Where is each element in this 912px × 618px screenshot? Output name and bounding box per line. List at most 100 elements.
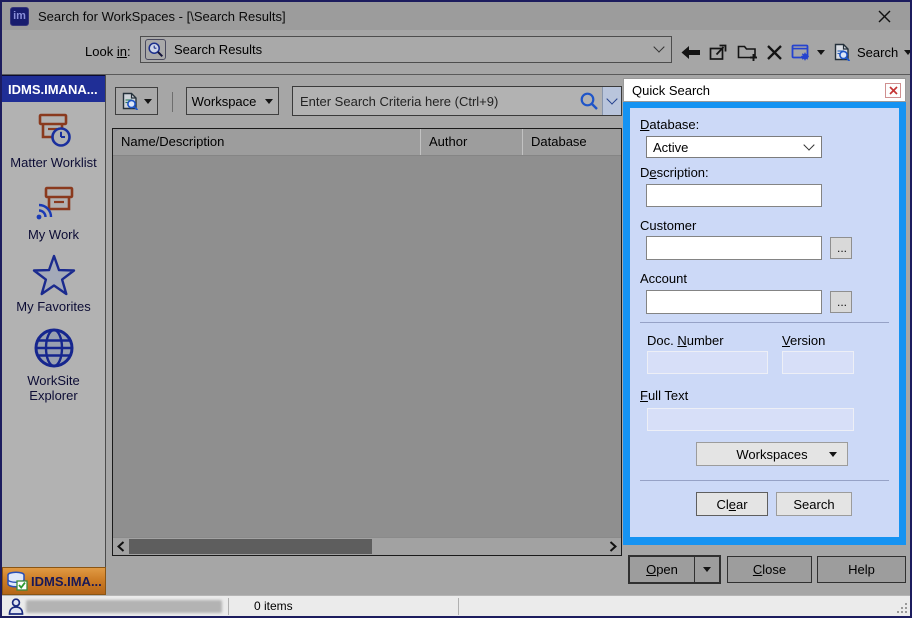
open-button-label: Open <box>646 562 678 577</box>
close-button-label: Close <box>753 562 786 577</box>
search-criteria-box <box>292 86 622 116</box>
quick-search-search-button[interactable]: Search <box>776 492 852 516</box>
workspace-scope-dropdown-icon <box>265 99 273 104</box>
database-value: Active <box>653 140 688 155</box>
search-criteria-input[interactable] <box>293 94 579 109</box>
search-for-workspaces-window: im Search for WorkSpaces - [\Search Resu… <box>0 0 912 618</box>
search-button-label: Search <box>793 497 834 512</box>
description-label: Description: <box>640 165 709 180</box>
account-input[interactable] <box>646 290 822 314</box>
open-dropdown-button[interactable] <box>694 557 719 582</box>
results-list-header: Name/Description Author Database <box>113 129 621 156</box>
status-bar: 0 items <box>2 595 910 616</box>
delete-button[interactable] <box>766 44 783 61</box>
look-in-value: Search Results <box>174 42 262 57</box>
sidebar-item-matter-worklist[interactable]: Matter Worklist <box>2 109 105 170</box>
clear-button-label: Clear <box>716 497 747 512</box>
form-separator <box>640 480 889 481</box>
favorites-star-icon <box>31 253 77 297</box>
search-icon[interactable] <box>579 91 599 111</box>
shortcut-sidebar: IDMS.IMANA... Matter Worklist <box>2 75 106 567</box>
doc-number-input <box>647 351 768 374</box>
account-browse-button[interactable]: ... <box>830 291 852 313</box>
server-tab[interactable]: IDMS.IMA... <box>2 567 106 595</box>
sidebar-item-label: Matter Worklist <box>8 155 98 170</box>
search-document-icon <box>121 92 139 110</box>
sidebar-group-header[interactable]: IDMS.IMANA... <box>2 75 105 102</box>
search-menu-dropdown-icon <box>904 50 912 55</box>
column-header-database[interactable]: Database <box>523 129 621 155</box>
column-header-name-description[interactable]: Name/Description <box>113 129 421 155</box>
server-tab-label: IDMS.IMA... <box>31 574 102 589</box>
look-in-combobox[interactable]: Search Results <box>140 36 672 63</box>
quick-search-header: Quick Search <box>623 78 906 102</box>
search-dropdown-button[interactable] <box>602 87 621 115</box>
saved-search-icon <box>145 39 166 60</box>
sidebar-item-worksite-explorer[interactable]: WorkSite Explorer <box>2 325 105 403</box>
version-label: Version <box>782 333 825 348</box>
sidebar-item-label: My Work <box>26 227 81 242</box>
full-text-input <box>647 408 854 431</box>
toolbar-divider <box>2 74 910 75</box>
export-button[interactable] <box>709 43 729 61</box>
workspace-scope-button[interactable]: Workspace <box>186 87 279 115</box>
new-folder-button[interactable] <box>737 43 758 61</box>
clear-button[interactable]: Clear <box>696 492 768 516</box>
results-list-body[interactable] <box>113 156 621 537</box>
database-label: Database: <box>640 117 699 132</box>
scroll-left-icon <box>117 541 125 552</box>
quick-search-panel: Quick Search Database: Active Descriptio… <box>623 78 906 545</box>
scrollbar-track[interactable] <box>129 538 605 555</box>
search-menu-button[interactable]: Search <box>833 43 912 61</box>
work-box-signal-icon <box>33 181 75 225</box>
window-close-button[interactable] <box>866 2 902 30</box>
description-input[interactable] <box>646 184 822 207</box>
quick-search-close-button[interactable] <box>885 83 901 98</box>
close-icon <box>878 10 891 23</box>
horizontal-scrollbar[interactable] <box>113 537 621 555</box>
customer-browse-button[interactable]: ... <box>830 237 852 259</box>
workspace-scope-label: Workspace <box>192 94 257 109</box>
location-toolbar: Look in: Search Results <box>2 30 910 74</box>
customer-input[interactable] <box>646 236 822 260</box>
scroll-right-button[interactable] <box>605 538 621 555</box>
close-icon <box>889 86 898 95</box>
explorer-globe-icon <box>32 325 76 371</box>
help-button[interactable]: Help <box>817 556 906 583</box>
search-menu-label: Search <box>857 45 898 60</box>
sidebar-item-my-work[interactable]: My Work <box>2 181 105 242</box>
app-icon: im <box>10 7 29 26</box>
window-options-dropdown-icon[interactable] <box>817 50 825 55</box>
resize-grip[interactable] <box>896 602 908 614</box>
view-options-dropdown-icon <box>144 99 152 104</box>
open-button[interactable]: Open <box>630 557 694 582</box>
workspaces-scope-label: Workspaces <box>736 447 807 462</box>
sidebar-item-label: My Favorites <box>14 299 92 314</box>
sidebar-item-label: WorkSite Explorer <box>2 373 105 403</box>
search-document-icon <box>833 43 851 61</box>
customer-label: Customer <box>640 218 696 233</box>
open-dropdown-icon <box>703 567 711 572</box>
column-header-author[interactable]: Author <box>421 129 523 155</box>
doc-number-label: Doc. Number <box>647 333 724 348</box>
view-options-button[interactable] <box>115 87 158 115</box>
scroll-left-button[interactable] <box>113 538 129 555</box>
workspaces-scope-button[interactable]: Workspaces <box>696 442 848 466</box>
person-icon <box>8 598 24 615</box>
scroll-right-icon <box>609 541 617 552</box>
items-count: 0 items <box>254 599 293 613</box>
chevron-down-icon <box>803 139 814 150</box>
account-label: Account <box>640 271 687 286</box>
status-separator <box>228 598 229 615</box>
export-icon <box>709 43 729 61</box>
chevron-down-icon <box>606 93 617 104</box>
quick-search-title: Quick Search <box>632 83 710 98</box>
window-options-button[interactable] <box>791 44 811 61</box>
sidebar-item-my-favorites[interactable]: My Favorites <box>2 253 105 314</box>
help-button-label: Help <box>848 562 875 577</box>
back-button[interactable] <box>680 45 701 60</box>
version-input <box>782 351 854 374</box>
scrollbar-thumb[interactable] <box>129 539 372 554</box>
database-combobox[interactable]: Active <box>646 136 822 158</box>
close-button[interactable]: Close <box>727 556 812 583</box>
